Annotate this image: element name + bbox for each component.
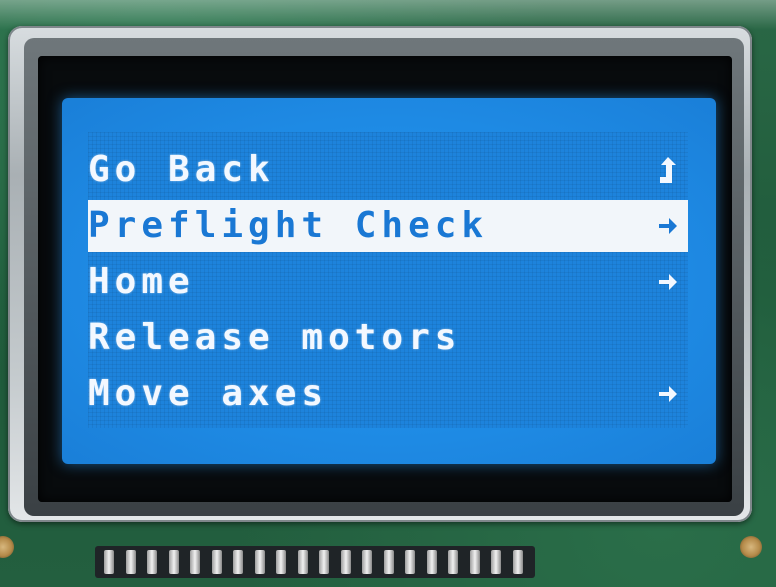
header-pin	[211, 550, 222, 574]
menu-item-label: Go Back	[88, 149, 275, 190]
up-return-arrow-icon	[656, 155, 680, 185]
menu-item-move-axes[interactable]: Move axes	[88, 368, 688, 420]
header-pin	[254, 550, 265, 574]
header-pin	[405, 550, 415, 574]
header-pin	[104, 550, 114, 574]
header-pin	[125, 550, 136, 574]
menu-item-label: Home	[88, 261, 195, 302]
header-pin	[340, 550, 351, 574]
header-pin	[147, 550, 157, 574]
right-arrow-icon	[656, 267, 680, 297]
mounting-hole	[740, 536, 762, 558]
right-arrow-icon	[656, 379, 680, 409]
header-pin	[362, 550, 372, 574]
menu-item-label: Release motors	[88, 317, 462, 358]
header-pin	[426, 550, 437, 574]
menu-item-go-back[interactable]: Go Back	[88, 144, 688, 196]
menu-item-label: Move axes	[88, 373, 329, 414]
header-pin	[491, 550, 501, 574]
lcd-menu: Go Back Preflight Check Home Release mot…	[88, 132, 688, 428]
header-pin	[233, 550, 243, 574]
header-pin	[512, 550, 523, 574]
header-pin	[448, 550, 458, 574]
header-pin	[319, 550, 329, 574]
header-pin	[276, 550, 286, 574]
header-pin	[469, 550, 480, 574]
right-arrow-icon	[656, 211, 680, 241]
header-pin	[383, 550, 394, 574]
menu-item-preflight-check[interactable]: Preflight Check	[88, 200, 688, 252]
menu-item-release-motors[interactable]: Release motors	[88, 312, 688, 364]
menu-item-home[interactable]: Home	[88, 256, 688, 308]
header-pin	[168, 550, 179, 574]
header-pin	[297, 550, 308, 574]
menu-item-label: Preflight Check	[88, 205, 489, 246]
header-pin	[190, 550, 200, 574]
